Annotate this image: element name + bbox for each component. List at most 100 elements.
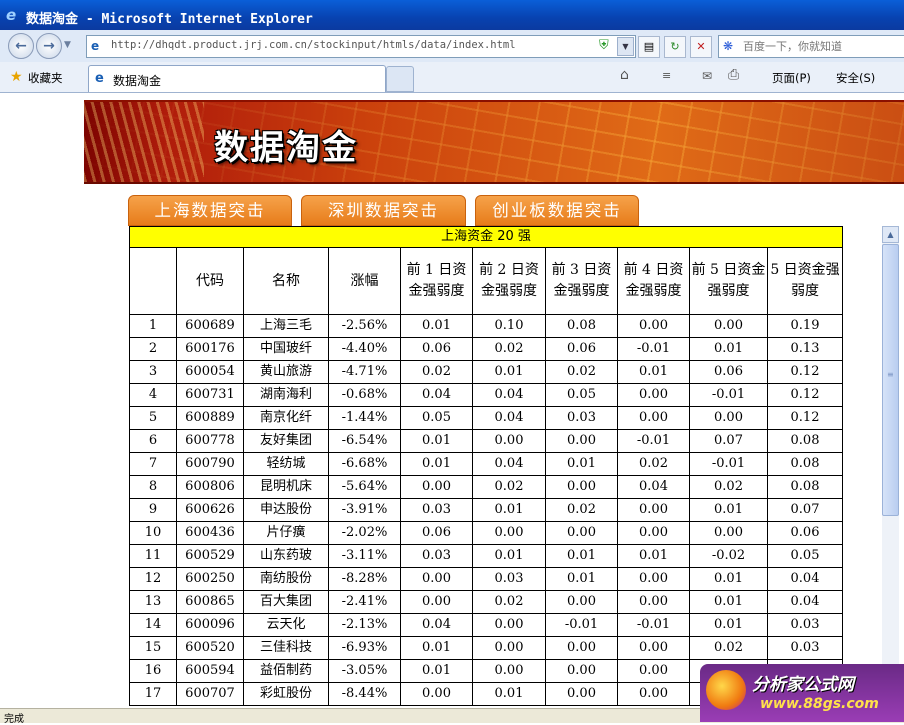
print-icon[interactable]: ⎙ <box>728 67 739 83</box>
day2-cell: 0.01 <box>472 360 546 384</box>
favorites-button[interactable]: 收藏夹 <box>28 70 63 86</box>
table-row[interactable]: 2 600176 中国玻纤 -4.40% 0.06 0.02 0.06 -0.01 0.01 0.… <box>129 337 843 361</box>
compat-view-icon[interactable]: ▤ <box>638 36 660 58</box>
shield-icon[interactable]: ⛨ <box>599 38 613 54</box>
new-tab-button[interactable] <box>386 66 414 92</box>
column-header: 前 4 日资金强弱度 <box>617 247 690 315</box>
day3-cell: 0.01 <box>545 452 618 476</box>
table-row[interactable]: 12 600250 南纺股份 -8.28% 0.00 0.03 0.01 0.00 0.01 0.… <box>129 567 843 591</box>
day4-cell: 0.00 <box>617 406 690 430</box>
table-row[interactable]: 15 600520 三佳科技 -6.93% 0.01 0.00 0.00 0.00 0.02 0.… <box>129 636 843 660</box>
day5-cell: 0.01 <box>689 590 768 614</box>
table-row[interactable]: 11 600529 山东药玻 -3.11% 0.03 0.01 0.01 0.01 -0.02 0… <box>129 544 843 568</box>
table-row[interactable]: 14 600096 云天化 -2.13% 0.04 0.00 -0.01 -0.01 0.01 0… <box>129 613 843 637</box>
stop-icon[interactable]: ✕ <box>690 36 712 58</box>
refresh-icon[interactable]: ↻ <box>664 36 686 58</box>
forward-arrow-icon[interactable]: → <box>36 33 62 59</box>
table-row[interactable]: 7 600790 轻纺城 -6.68% 0.01 0.04 0.01 0.02 -0.01 0.0… <box>129 452 843 476</box>
feeds-icon[interactable]: ≡ <box>662 69 671 82</box>
day2-cell: 0.02 <box>472 337 546 361</box>
name-cell: 昆明机床 <box>243 475 329 499</box>
day3-cell: 0.00 <box>545 682 618 706</box>
safety-menu[interactable]: 安全(S) <box>836 70 875 86</box>
scroll-thumb[interactable]: ≡ <box>882 244 899 516</box>
day3-cell: 0.08 <box>545 314 618 338</box>
address-dropdown-icon[interactable]: ▼ <box>617 37 634 56</box>
vertical-scrollbar[interactable]: ▲ ≡ <box>882 226 899 706</box>
code-cell: 600865 <box>176 590 244 614</box>
day1-cell: 0.02 <box>400 360 473 384</box>
day1-cell: 0.04 <box>400 613 473 637</box>
column-header: 涨幅 <box>328 247 401 315</box>
back-arrow-icon[interactable]: ← <box>8 33 34 59</box>
search-input[interactable] <box>741 37 904 56</box>
table-row[interactable]: 1 600689 上海三毛 -2.56% 0.01 0.10 0.08 0.00 0.00 0.1… <box>129 314 843 338</box>
address-url[interactable]: http://dhqdt.product.jrj.com.cn/stockinp… <box>111 39 516 51</box>
table-header-row: 代码 名称 涨幅前 1 日资金强弱度前 2 日资金强弱度前 3 日资金强弱度前 4 … <box>129 247 843 315</box>
mail-icon[interactable]: ✉ <box>702 69 712 83</box>
table-row[interactable]: 13 600865 百大集团 -2.41% 0.00 0.02 0.00 0.00 0.01 0.… <box>129 590 843 614</box>
day3-cell: 0.00 <box>545 590 618 614</box>
total5-cell: 0.12 <box>767 383 843 407</box>
column-header: 前 5 日资金强弱度 <box>689 247 768 315</box>
table-row[interactable]: 8 600806 昆明机床 -5.64% 0.00 0.02 0.00 0.04 0.02 0.0… <box>129 475 843 499</box>
rank-cell: 15 <box>129 636 177 660</box>
rank-cell: 10 <box>129 521 177 545</box>
column-header: 前 2 日资金强弱度 <box>472 247 546 315</box>
total5-cell: 0.19 <box>767 314 843 338</box>
rank-cell: 12 <box>129 567 177 591</box>
ie-logo-icon: e <box>6 6 17 24</box>
day1-cell: 0.05 <box>400 406 473 430</box>
day2-cell: 0.00 <box>472 429 546 453</box>
page-menu[interactable]: 页面(P) <box>772 70 811 86</box>
name-cell: 益佰制药 <box>243 659 329 683</box>
tab-shenzhen[interactable]: 深圳数据突击 <box>301 195 466 226</box>
day4-cell: 0.00 <box>617 636 690 660</box>
change-cell: -0.68% <box>328 383 401 407</box>
scroll-grip-icon: ≡ <box>887 370 894 379</box>
column-header: 前 3 日资金强弱度 <box>545 247 618 315</box>
scroll-up-icon[interactable]: ▲ <box>882 226 899 243</box>
baidu-paw-icon: ❋ <box>723 39 734 53</box>
day2-cell: 0.01 <box>472 544 546 568</box>
day4-cell: 0.00 <box>617 659 690 683</box>
change-cell: -3.05% <box>328 659 401 683</box>
column-header: 5 日资金强弱度 <box>767 247 843 315</box>
watermark-url: www.88gs.com <box>760 696 879 712</box>
browser-tab-active[interactable]: e 数据淘金 <box>88 65 386 92</box>
tab-chinext[interactable]: 创业板数据突击 <box>475 195 639 226</box>
table-row[interactable]: 5 600889 南京化纤 -1.44% 0.05 0.04 0.03 0.00 0.00 0.1… <box>129 406 843 430</box>
day1-cell: 0.06 <box>400 337 473 361</box>
favorites-star-icon[interactable]: ★ <box>10 69 23 85</box>
total5-cell: 0.12 <box>767 360 843 384</box>
name-cell: 云天化 <box>243 613 329 637</box>
tab-shanghai[interactable]: 上海数据突击 <box>128 195 292 226</box>
watermark-logo: 分析家公式网 www.88gs.com <box>700 664 904 722</box>
name-cell: 友好集团 <box>243 429 329 453</box>
status-text: 完成 <box>4 714 24 725</box>
day3-cell: 0.00 <box>545 521 618 545</box>
day4-cell: 0.04 <box>617 475 690 499</box>
search-box[interactable]: ❋ <box>718 35 904 58</box>
address-field[interactable]: e http://dhqdt.product.jrj.com.cn/stocki… <box>86 35 636 58</box>
table-caption: 上海资金 20 强 <box>129 226 843 248</box>
table-row[interactable]: 3 600054 黄山旅游 -4.71% 0.02 0.01 0.02 0.01 0.06 0.1… <box>129 360 843 384</box>
table-row[interactable]: 4 600731 湖南海利 -0.68% 0.04 0.04 0.05 0.00 -0.01 0.… <box>129 383 843 407</box>
code-cell: 600626 <box>176 498 244 522</box>
table-row[interactable]: 10 600436 片仔癀 -2.02% 0.06 0.00 0.00 0.00 0.00 0.0… <box>129 521 843 545</box>
change-cell: -8.44% <box>328 682 401 706</box>
history-dropdown-icon[interactable]: ▼ <box>64 40 72 50</box>
day1-cell: 0.00 <box>400 682 473 706</box>
home-icon[interactable]: ⌂ <box>620 67 629 83</box>
total5-cell: 0.08 <box>767 452 843 476</box>
total5-cell: 0.06 <box>767 521 843 545</box>
day4-cell: -0.01 <box>617 613 690 637</box>
table-row[interactable]: 6 600778 友好集团 -6.54% 0.01 0.00 0.00 -0.01 0.07 0.… <box>129 429 843 453</box>
change-cell: -1.44% <box>328 406 401 430</box>
tab-page-icon: e <box>95 71 104 86</box>
day3-cell: 0.00 <box>545 659 618 683</box>
table-row[interactable]: 9 600626 申达股份 -3.91% 0.03 0.01 0.02 0.00 0.01 0.0… <box>129 498 843 522</box>
day4-cell: 0.02 <box>617 452 690 476</box>
day4-cell: 0.01 <box>617 360 690 384</box>
name-cell: 申达股份 <box>243 498 329 522</box>
